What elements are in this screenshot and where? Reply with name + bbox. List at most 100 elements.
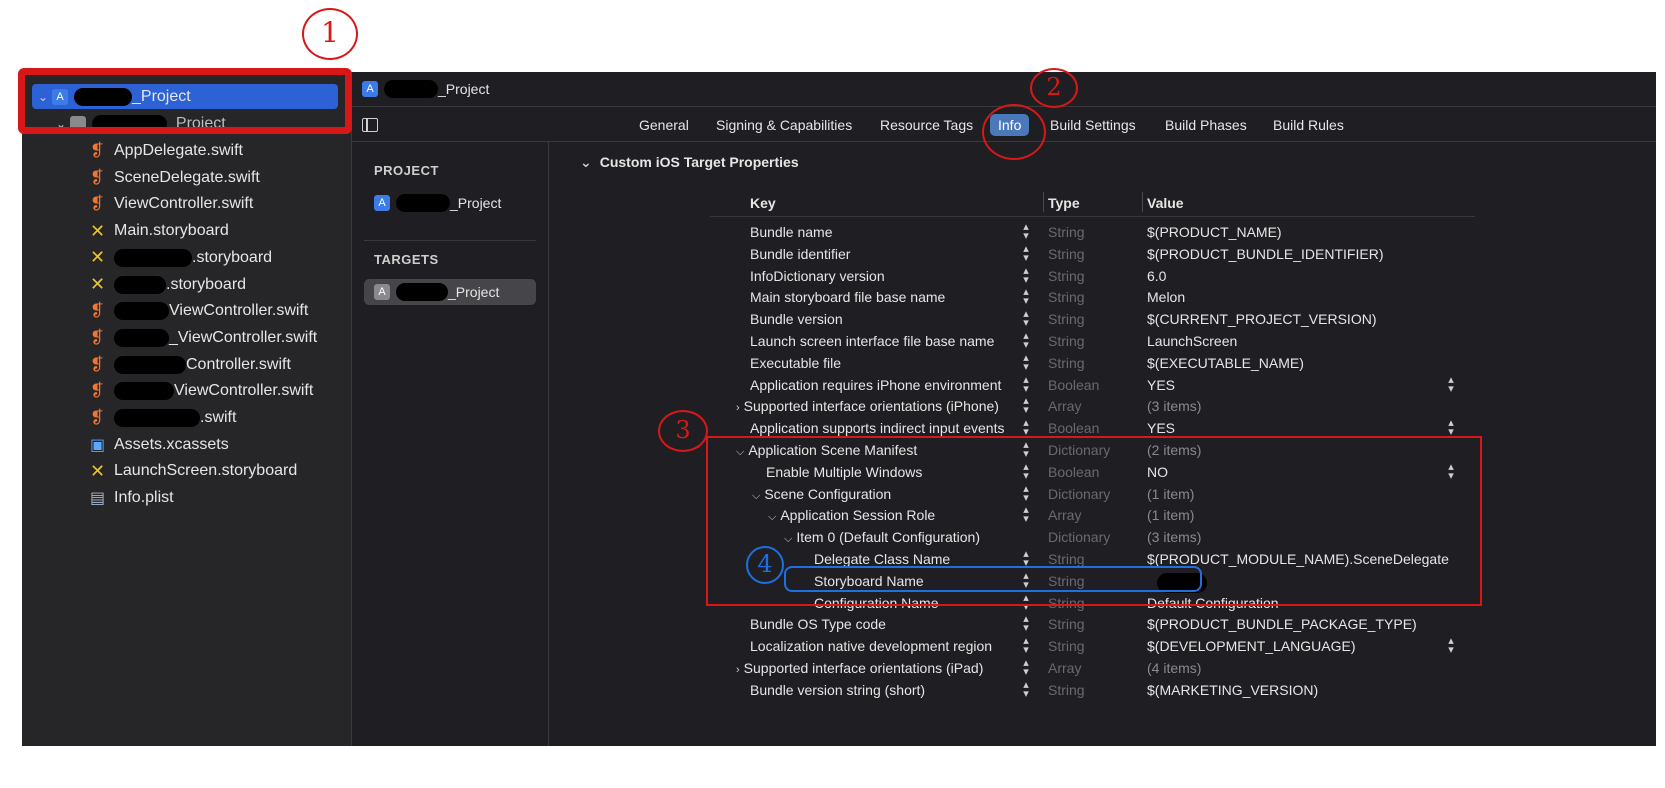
- property-value[interactable]: YES: [1147, 420, 1175, 436]
- property-key[interactable]: Bundle OS Type code: [750, 616, 886, 632]
- property-row[interactable]: › Supported interface orientations (iPad)…: [550, 657, 1656, 679]
- property-value[interactable]: (4 items): [1147, 660, 1201, 676]
- property-value[interactable]: YES: [1147, 377, 1175, 393]
- property-key[interactable]: InfoDictionary version: [750, 268, 885, 284]
- property-key[interactable]: Localization native development region: [750, 638, 992, 654]
- property-type[interactable]: String: [1048, 224, 1085, 240]
- file-item[interactable]: ✕ Main.storyboard: [90, 218, 229, 244]
- file-item[interactable]: ❡ .swift: [90, 405, 236, 431]
- key-selector-icon[interactable]: ▴ ▾: [1020, 614, 1032, 634]
- property-row[interactable]: Application requires iPhone environment ▴…: [550, 374, 1656, 396]
- property-key[interactable]: Launch screen interface file base name: [750, 333, 994, 349]
- property-value[interactable]: Melon: [1147, 289, 1185, 305]
- property-row[interactable]: Bundle version ▴ ▾ String $(CURRENT_PROJECT_…: [550, 308, 1656, 330]
- file-item[interactable]: ❡ ViewController.swift: [90, 378, 313, 404]
- property-key[interactable]: Bundle name: [750, 224, 833, 240]
- property-value[interactable]: $(CURRENT_PROJECT_VERSION): [1147, 311, 1376, 327]
- property-type[interactable]: String: [1048, 682, 1085, 698]
- breadcrumb[interactable]: _Project: [438, 81, 489, 97]
- property-row[interactable]: Launch screen interface file base name ▴ ▾…: [550, 330, 1656, 352]
- file-item[interactable]: ❡ _ViewController.swift: [90, 325, 317, 351]
- value-popup-icon[interactable]: ▴ ▾: [1445, 636, 1457, 656]
- disclosure-collapsed-icon[interactable]: ›: [736, 664, 740, 676]
- property-value[interactable]: $(PRODUCT_BUNDLE_PACKAGE_TYPE): [1147, 616, 1417, 632]
- key-selector-icon[interactable]: ▴ ▾: [1020, 658, 1032, 678]
- key-selector-icon[interactable]: ▴ ▾: [1020, 309, 1032, 329]
- file-item[interactable]: ❡ SceneDelegate.swift: [90, 165, 260, 191]
- property-key[interactable]: Executable file: [750, 355, 841, 371]
- key-selector-icon[interactable]: ▴ ▾: [1020, 679, 1032, 699]
- property-value[interactable]: $(PRODUCT_NAME): [1147, 224, 1282, 240]
- column-header-key[interactable]: Key: [750, 195, 776, 211]
- file-item[interactable]: ▣ Assets.xcassets: [90, 432, 229, 458]
- file-item[interactable]: ✕ .storyboard: [90, 245, 272, 271]
- property-row[interactable]: InfoDictionary version ▴ ▾ String 6.0: [550, 265, 1656, 287]
- key-selector-icon[interactable]: ▴ ▾: [1020, 418, 1032, 438]
- tab-signing-capabilities[interactable]: Signing & Capabilities: [708, 114, 860, 136]
- file-item[interactable]: ❡ AppDelegate.swift: [90, 138, 243, 164]
- project-list-item[interactable]: A _Project: [364, 190, 536, 216]
- property-type[interactable]: String: [1048, 268, 1085, 284]
- property-row[interactable]: Bundle OS Type code ▴ ▾ String $(PRODUCT_BUN…: [550, 613, 1656, 635]
- property-type[interactable]: String: [1048, 355, 1085, 371]
- property-key[interactable]: Bundle version: [750, 311, 843, 327]
- property-value[interactable]: (3 items): [1147, 398, 1201, 414]
- sidebar-toggle-icon[interactable]: [362, 118, 378, 132]
- property-type[interactable]: String: [1048, 638, 1085, 654]
- property-type[interactable]: String: [1048, 311, 1085, 327]
- property-value[interactable]: 6.0: [1147, 268, 1166, 284]
- property-value[interactable]: $(EXECUTABLE_NAME): [1147, 355, 1304, 371]
- property-type[interactable]: String: [1048, 289, 1085, 305]
- column-header-type[interactable]: Type: [1048, 195, 1080, 211]
- property-row[interactable]: Localization native development region ▴ ▾…: [550, 635, 1656, 657]
- property-key[interactable]: Main storyboard file base name: [750, 289, 945, 305]
- column-header-value[interactable]: Value: [1147, 195, 1184, 211]
- property-type[interactable]: Boolean: [1048, 420, 1099, 436]
- key-selector-icon[interactable]: ▴ ▾: [1020, 287, 1032, 307]
- tab-general[interactable]: General: [631, 114, 697, 136]
- property-value[interactable]: LaunchScreen: [1147, 333, 1237, 349]
- tab-resource-tags[interactable]: Resource Tags: [872, 114, 981, 136]
- property-key[interactable]: Application requires iPhone environment: [750, 377, 1001, 393]
- value-popup-icon[interactable]: ▴ ▾: [1445, 374, 1457, 394]
- property-key[interactable]: Bundle version string (short): [750, 682, 925, 698]
- property-key[interactable]: › Supported interface orientations (iPad): [736, 660, 983, 676]
- tab-build-phases[interactable]: Build Phases: [1157, 114, 1255, 136]
- file-item[interactable]: ❡ ViewController.swift: [90, 191, 253, 217]
- tab-build-settings[interactable]: Build Settings: [1042, 114, 1144, 136]
- key-selector-icon[interactable]: ▴ ▾: [1020, 265, 1032, 285]
- chevron-down-icon[interactable]: ⌄: [580, 154, 592, 170]
- property-key[interactable]: Bundle identifier: [750, 246, 850, 262]
- property-row[interactable]: Bundle identifier ▴ ▾ String $(PRODUCT_BUNDL…: [550, 243, 1656, 265]
- key-selector-icon[interactable]: ▴ ▾: [1020, 374, 1032, 394]
- file-item[interactable]: ❡ Controller.swift: [90, 352, 291, 378]
- file-item[interactable]: ❡ ViewController.swift: [90, 298, 308, 324]
- tab-build-rules[interactable]: Build Rules: [1265, 114, 1352, 136]
- key-selector-icon[interactable]: ▴ ▾: [1020, 352, 1032, 372]
- property-row[interactable]: Bundle version string (short) ▴ ▾ String $(M…: [550, 679, 1656, 701]
- property-type[interactable]: String: [1048, 333, 1085, 349]
- property-row[interactable]: Executable file ▴ ▾ String $(EXECUTABLE_NAME…: [550, 352, 1656, 374]
- property-row[interactable]: Main storyboard file base name ▴ ▾ String Me…: [550, 286, 1656, 308]
- property-type[interactable]: Array: [1048, 398, 1081, 414]
- property-row[interactable]: Bundle name ▴ ▾ String $(PRODUCT_NAME): [550, 221, 1656, 243]
- key-selector-icon[interactable]: ▴ ▾: [1020, 396, 1032, 416]
- property-key[interactable]: Application supports indirect input even…: [750, 420, 1004, 436]
- property-row[interactable]: › Supported interface orientations (iPhon…: [550, 395, 1656, 417]
- file-item[interactable]: ▤ Info.plist: [90, 485, 174, 511]
- property-value[interactable]: $(PRODUCT_BUNDLE_IDENTIFIER): [1147, 246, 1383, 262]
- key-selector-icon[interactable]: ▴ ▾: [1020, 243, 1032, 263]
- property-type[interactable]: String: [1048, 616, 1085, 632]
- key-selector-icon[interactable]: ▴ ▾: [1020, 222, 1032, 242]
- property-type[interactable]: Array: [1048, 660, 1081, 676]
- disclosure-collapsed-icon[interactable]: ›: [736, 402, 740, 414]
- custom-target-properties-header[interactable]: ⌄ Custom iOS Target Properties: [580, 154, 799, 171]
- property-value[interactable]: $(DEVELOPMENT_LANGUAGE): [1147, 638, 1356, 654]
- file-item[interactable]: ✕ .storyboard: [90, 272, 246, 298]
- target-list-item[interactable]: A _Project: [364, 279, 536, 305]
- key-selector-icon[interactable]: ▴ ▾: [1020, 331, 1032, 351]
- key-selector-icon[interactable]: ▴ ▾: [1020, 636, 1032, 656]
- file-item[interactable]: ✕ LaunchScreen.storyboard: [90, 458, 297, 484]
- property-type[interactable]: String: [1048, 246, 1085, 262]
- property-type[interactable]: Boolean: [1048, 377, 1099, 393]
